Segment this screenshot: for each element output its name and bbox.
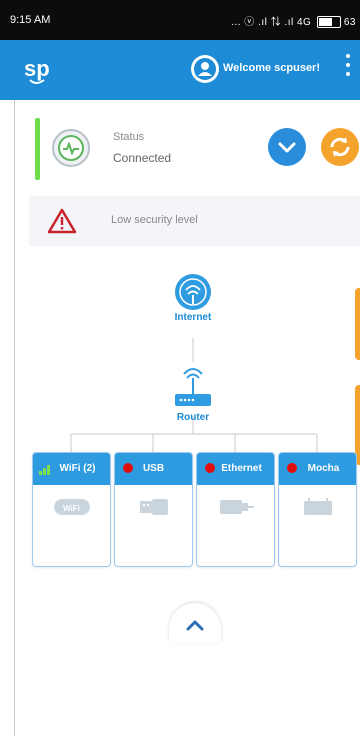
port-label-mocha: Mocha [307,463,340,474]
port-card-wifi[interactable]: WiFi (2) WiFi [32,452,111,567]
clock: 9:15 AM [10,14,51,26]
battery-level: 63 [343,17,356,28]
signal-indicators: ... ⓥ .ıl ⇅ .ıl 4G [231,17,312,28]
port-header: WiFi (2) [33,453,110,485]
welcome-text: Welcome scpuser! [223,62,321,74]
port-card-mocha[interactable]: Mocha [278,452,357,567]
chevron-up-icon [186,620,204,631]
port-header: Mocha [279,453,356,485]
side-tab-top[interactable] [355,288,360,360]
port-label-wifi: WiFi (2) [59,463,96,474]
user-icon [194,58,216,80]
port-card-usb[interactable]: USB [114,452,193,567]
port-card-ethernet[interactable]: Ethernet [196,452,275,567]
coax-icon [279,495,356,535]
globe-icon [175,274,211,310]
internet-node[interactable]: Internet [166,272,220,323]
sp-logo-icon[interactable]: sp [22,52,62,88]
usb-icon [115,495,192,535]
system-status-bar: 9:15 AM ... ⓥ .ıl ⇅ .ıl 4G 63 [0,0,360,40]
router-label: Router [176,412,210,423]
port-label-ethernet: Ethernet [221,463,262,474]
app-header: sp Welcome scpuser! [0,40,360,100]
port-header: USB [115,453,192,485]
avatar[interactable] [191,55,219,83]
svg-text:WiFi: WiFi [63,504,80,513]
internet-label: Internet [174,312,212,323]
router-node[interactable]: Router [166,368,220,423]
router-icon [175,368,211,406]
status-indicators: ... ⓥ .ıl ⇅ .ıl 4G 63 [231,13,356,29]
port-label-usb: USB [142,463,165,474]
svg-text:sp: sp [24,56,50,81]
collapse-button[interactable] [169,603,221,643]
ethernet-icon [197,495,274,535]
port-header: Ethernet [197,453,274,485]
wifi-card-icon: WiFi [33,495,110,535]
battery-icon [316,16,341,29]
kebab-menu-icon[interactable] [342,54,354,84]
